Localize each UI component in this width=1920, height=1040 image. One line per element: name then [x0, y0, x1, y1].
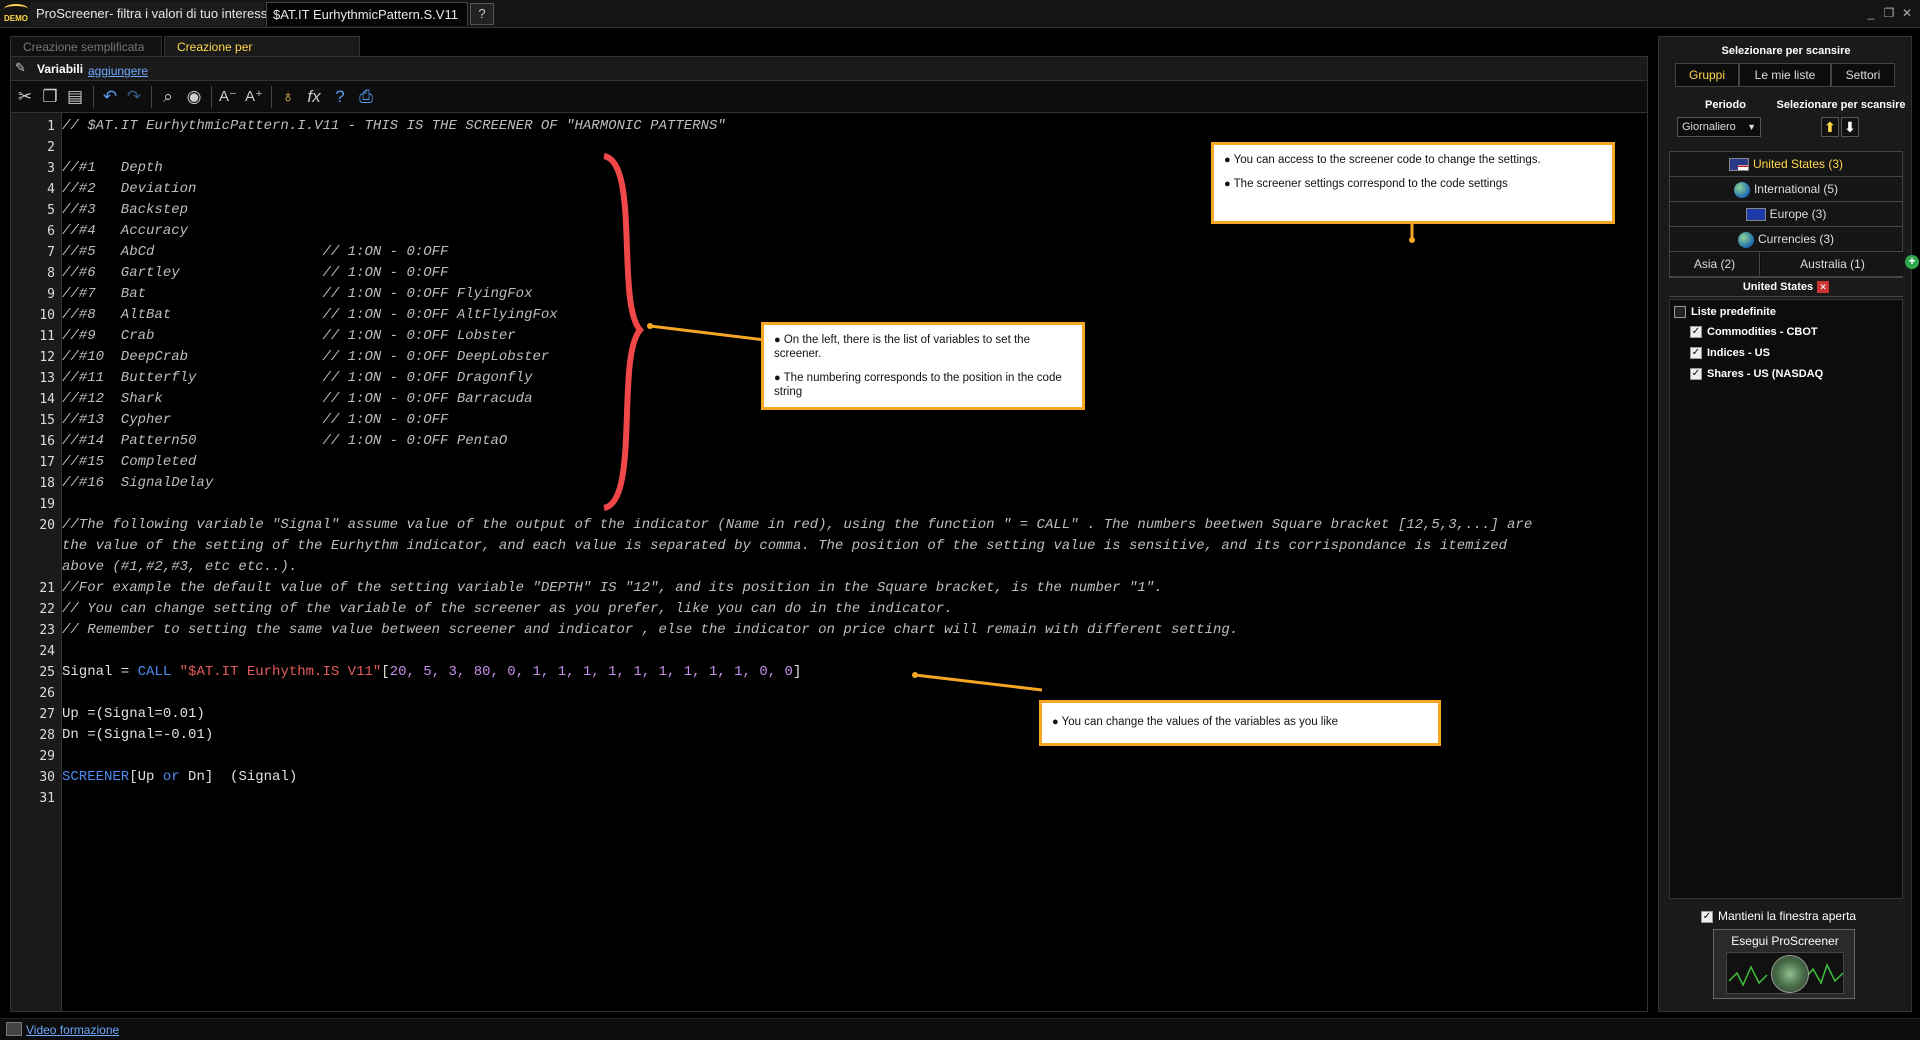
group-europe[interactable]: Europe (3)	[1670, 202, 1902, 227]
period-label: Periodo	[1705, 99, 1746, 111]
group-australia[interactable]: Australia (1)	[1761, 252, 1904, 276]
video-training-link[interactable]: Video formazione	[26, 1023, 119, 1037]
status-bar: Video formazione	[0, 1018, 1920, 1040]
remove-icon[interactable]: ✕	[1817, 281, 1830, 294]
checkbox[interactable]	[1674, 306, 1686, 319]
checkbox[interactable]: ✓	[1690, 368, 1702, 381]
callout-change-values: ● You can change the values of the varia…	[1039, 700, 1441, 746]
group-international[interactable]: International (5)	[1670, 177, 1902, 202]
globe-icon	[1737, 231, 1754, 248]
scan-label: Selezionare per scansire	[1776, 99, 1906, 111]
move-up-button[interactable]: ⬆	[1821, 117, 1839, 137]
group-currencies[interactable]: Currencies (3)	[1670, 227, 1902, 252]
list-header-row[interactable]: Liste predefinite	[1674, 306, 1776, 319]
tab-sectors[interactable]: Settori	[1831, 63, 1895, 87]
eu-flag-icon	[1745, 208, 1766, 222]
group-asia[interactable]: Asia (2)	[1670, 252, 1760, 276]
run-button-label: Esegui ProScreener	[1731, 934, 1839, 948]
group-row-asia-australia: Asia (2) Australia (1)	[1670, 252, 1904, 277]
selected-group: United States ✕	[1669, 277, 1903, 297]
callout-access-code: ● You can access to the screener code to…	[1211, 142, 1615, 224]
list-item[interactable]: ✓ Commodities - CBOT	[1690, 326, 1818, 339]
group-united-states[interactable]: United States (3)	[1670, 152, 1902, 177]
checkbox[interactable]: ✓	[1701, 910, 1713, 923]
callout-connectors	[647, 222, 1415, 692]
globe-icon	[1733, 181, 1750, 198]
panel-title: Selezionare per scansire	[1721, 45, 1851, 57]
scan-selection-panel: Selezionare per scansire Gruppi Le mie l…	[1658, 36, 1919, 1012]
add-group-button[interactable]: +	[1905, 255, 1919, 269]
tab-my-lists[interactable]: Le mie liste	[1739, 63, 1831, 87]
tab-groups[interactable]: Gruppi	[1675, 63, 1739, 87]
checkbox[interactable]: ✓	[1690, 347, 1702, 360]
us-flag-icon	[1728, 158, 1749, 172]
checkbox[interactable]: ✓	[1690, 326, 1702, 339]
keep-open-option[interactable]: ✓ Mantieni la finestra aperta	[1701, 909, 1856, 923]
list-item[interactable]: ✓ Indices - US	[1690, 347, 1770, 360]
list-item[interactable]: ✓ Shares - US (NASDAQ	[1690, 368, 1823, 381]
callout-variables: ● On the left, there is the list of vari…	[761, 322, 1085, 410]
radar-icon	[1726, 952, 1844, 994]
chevron-down-icon: ▼	[1747, 122, 1756, 132]
predefined-lists: Liste predefinite ✓ Commodities - CBOT ✓ I…	[1669, 299, 1903, 899]
video-icon	[6, 1022, 22, 1036]
move-down-button[interactable]: ⬇	[1841, 117, 1859, 137]
period-select[interactable]: Giornaliero ▼	[1677, 117, 1761, 137]
groups-list: United States (3) International (5) Euro…	[1669, 151, 1904, 278]
run-proscreener-button[interactable]: Esegui ProScreener	[1713, 929, 1855, 999]
